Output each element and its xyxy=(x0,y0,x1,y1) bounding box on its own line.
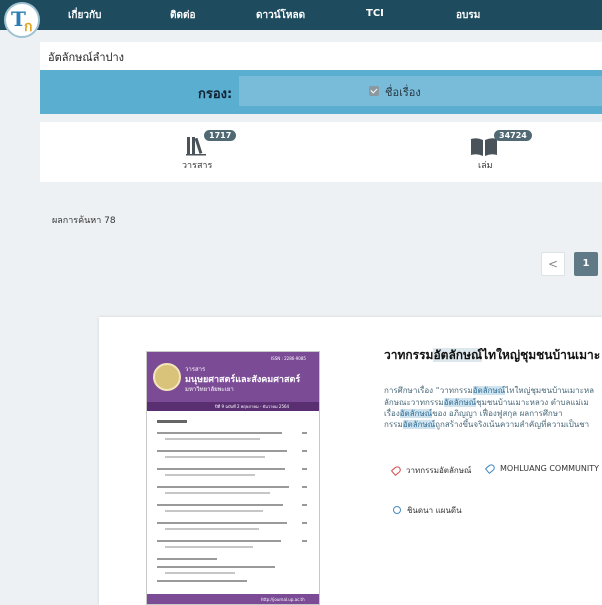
tag-label: MOHLUANG COMMUNITY LA xyxy=(500,464,602,473)
cover-footer: http://journal.up.ac.th xyxy=(147,594,319,604)
abstract-highlight: อัตลักษณ์ xyxy=(402,420,436,429)
toc-page xyxy=(302,522,307,524)
abstract-text: การศึกษาเรื่อง “วาทกรรม xyxy=(384,386,473,395)
toc-page xyxy=(302,468,307,470)
toc-line xyxy=(157,432,282,434)
title-highlight: อัตลักษณ์ xyxy=(433,348,483,362)
issues-label: เล่ม xyxy=(478,161,493,171)
cover-issn: ISSN : 2286-9085 xyxy=(271,356,306,361)
top-nav: เกี่ยวกับ ติดต่อ ดาวน์โหลด TCI อบรม xyxy=(0,0,602,30)
journals-label: วารสาร xyxy=(182,161,213,171)
cover-toc-heading xyxy=(157,420,187,423)
author-name: ชินดนา แผนดีน xyxy=(407,506,462,515)
breadcrumb-current: อัตลักษณ์ลำปาง xyxy=(48,51,125,64)
toc-line xyxy=(157,566,275,568)
toc-line xyxy=(165,492,270,494)
pagination-prev-button[interactable]: < xyxy=(541,252,565,276)
filter-title-option[interactable]: ชื่อเรื่อง xyxy=(239,76,602,106)
toc-line xyxy=(157,540,281,542)
nav-download[interactable]: ดาวน์โหลด xyxy=(256,8,305,23)
abstract-text: ชุมชนบ้านเมาะหลวง ตำบลแม่เม xyxy=(476,398,589,407)
toc-line xyxy=(157,450,287,452)
toc-line xyxy=(157,504,283,506)
toc-page xyxy=(302,450,307,452)
title-part: วาทกรรม xyxy=(384,348,434,362)
toc-page xyxy=(302,486,307,488)
toc-line xyxy=(165,528,259,530)
filter-label: กรอง: xyxy=(198,87,233,102)
toc-line xyxy=(165,546,253,548)
toc-line xyxy=(165,456,265,458)
toc-line xyxy=(165,510,263,512)
cover-issue: ปีที่ 9 ฉบับที่ 2 พฤษภาคม - ธันวาคม 2564 xyxy=(215,404,290,409)
keyword-tag[interactable]: MOHLUANG COMMUNITY LA xyxy=(484,462,602,475)
toc-line xyxy=(157,558,217,560)
abstract-line: กรรมอัตลักษณ์ถูกสร้างขึ้นจริงเน้นความสำค… xyxy=(384,418,589,431)
site-logo[interactable]: T ก xyxy=(4,2,40,38)
nav-contact[interactable]: ติดต่อ xyxy=(170,8,196,23)
tag-icon xyxy=(390,464,403,477)
pagination-page-1[interactable]: 1 xyxy=(574,252,598,276)
title-part: ไทใหญ่ชุมชนบ้านเมาะ xyxy=(482,348,601,362)
filter-bar: กรอง: ชื่อเรื่อง xyxy=(40,70,602,114)
abstract-text: เรื่อง xyxy=(384,409,400,418)
toc-line xyxy=(157,486,289,488)
abstract-text: ถูกสร้างขึ้นจริงเน้นความสำคัญที่ความเป็น… xyxy=(435,420,590,429)
breadcrumb: อัตลักษณ์ลำปาง xyxy=(40,42,602,70)
university-seal-icon xyxy=(153,363,181,391)
toc-page xyxy=(302,432,307,434)
toc-line xyxy=(165,438,260,440)
person-icon xyxy=(393,506,401,514)
filter-option-label: ชื่อเรื่อง xyxy=(385,86,421,99)
abstract-text: กรรม xyxy=(384,420,403,429)
abstract-text: ของ อภิญญา เฟื่องฟูสกุล ผลการศึกษา xyxy=(432,409,563,418)
open-book-icon xyxy=(471,138,497,156)
issues-count-badge: 34724 xyxy=(494,130,532,141)
toc-page xyxy=(302,504,307,506)
cover-issue-stripe: ปีที่ 9 ฉบับที่ 2 พฤษภาคม - ธันวาคม 2564 xyxy=(147,402,319,411)
nav-about[interactable]: เกี่ยวกับ xyxy=(68,8,101,23)
toc-page xyxy=(302,540,307,542)
result-count: ผลการค้นหา 78 xyxy=(52,216,116,226)
toc-line xyxy=(165,572,235,574)
toc-line xyxy=(165,474,255,476)
category-tabs: 1717 วารสาร 34724 เล่ม xyxy=(40,122,602,182)
author-link[interactable]: ชินดนา แผนดีน xyxy=(393,504,462,517)
result-item: ISSN : 2286-9085 วารสาร มนุษยศาสตร์และสั… xyxy=(99,317,602,605)
toc-line xyxy=(157,580,247,582)
toc-line xyxy=(157,468,285,470)
title-checkbox[interactable] xyxy=(369,86,379,96)
keyword-tag[interactable]: วาทกรรมอัตลักษณ์ xyxy=(390,464,472,477)
cover-footer-url: http://journal.up.ac.th xyxy=(261,597,305,602)
abstract-highlight: อัตลักษณ์ xyxy=(472,386,506,395)
cover-line3: มหาวิทยาลัยพะเยา xyxy=(185,386,234,393)
result-title[interactable]: วาทกรรมอัตลักษณ์ไทใหญ่ชุมชนบ้านเมาะ xyxy=(384,346,600,365)
tag-label: วาทกรรมอัตลักษณ์ xyxy=(406,466,472,475)
nav-tci[interactable]: TCI xyxy=(366,8,384,19)
journals-count-badge: 1717 xyxy=(204,130,237,141)
cover-header: ISSN : 2286-9085 วารสาร มนุษยศาสตร์และสั… xyxy=(147,352,319,402)
abstract-text: ไทใหญ่ชุมชนบ้านเมาะหล xyxy=(505,386,595,395)
logo-letter-mark: ก xyxy=(24,19,33,35)
abstract-highlight: อัตลักษณ์ xyxy=(443,398,477,407)
journal-cover[interactable]: ISSN : 2286-9085 วารสาร มนุษยศาสตร์และสั… xyxy=(146,351,320,605)
toc-line xyxy=(157,522,287,524)
tag-icon xyxy=(484,462,497,475)
nav-training[interactable]: อบรม xyxy=(456,8,480,23)
abstract-text: ลักษณะวาทกรรม xyxy=(384,398,444,407)
abstract-highlight: อัตลักษณ์ xyxy=(399,409,433,418)
